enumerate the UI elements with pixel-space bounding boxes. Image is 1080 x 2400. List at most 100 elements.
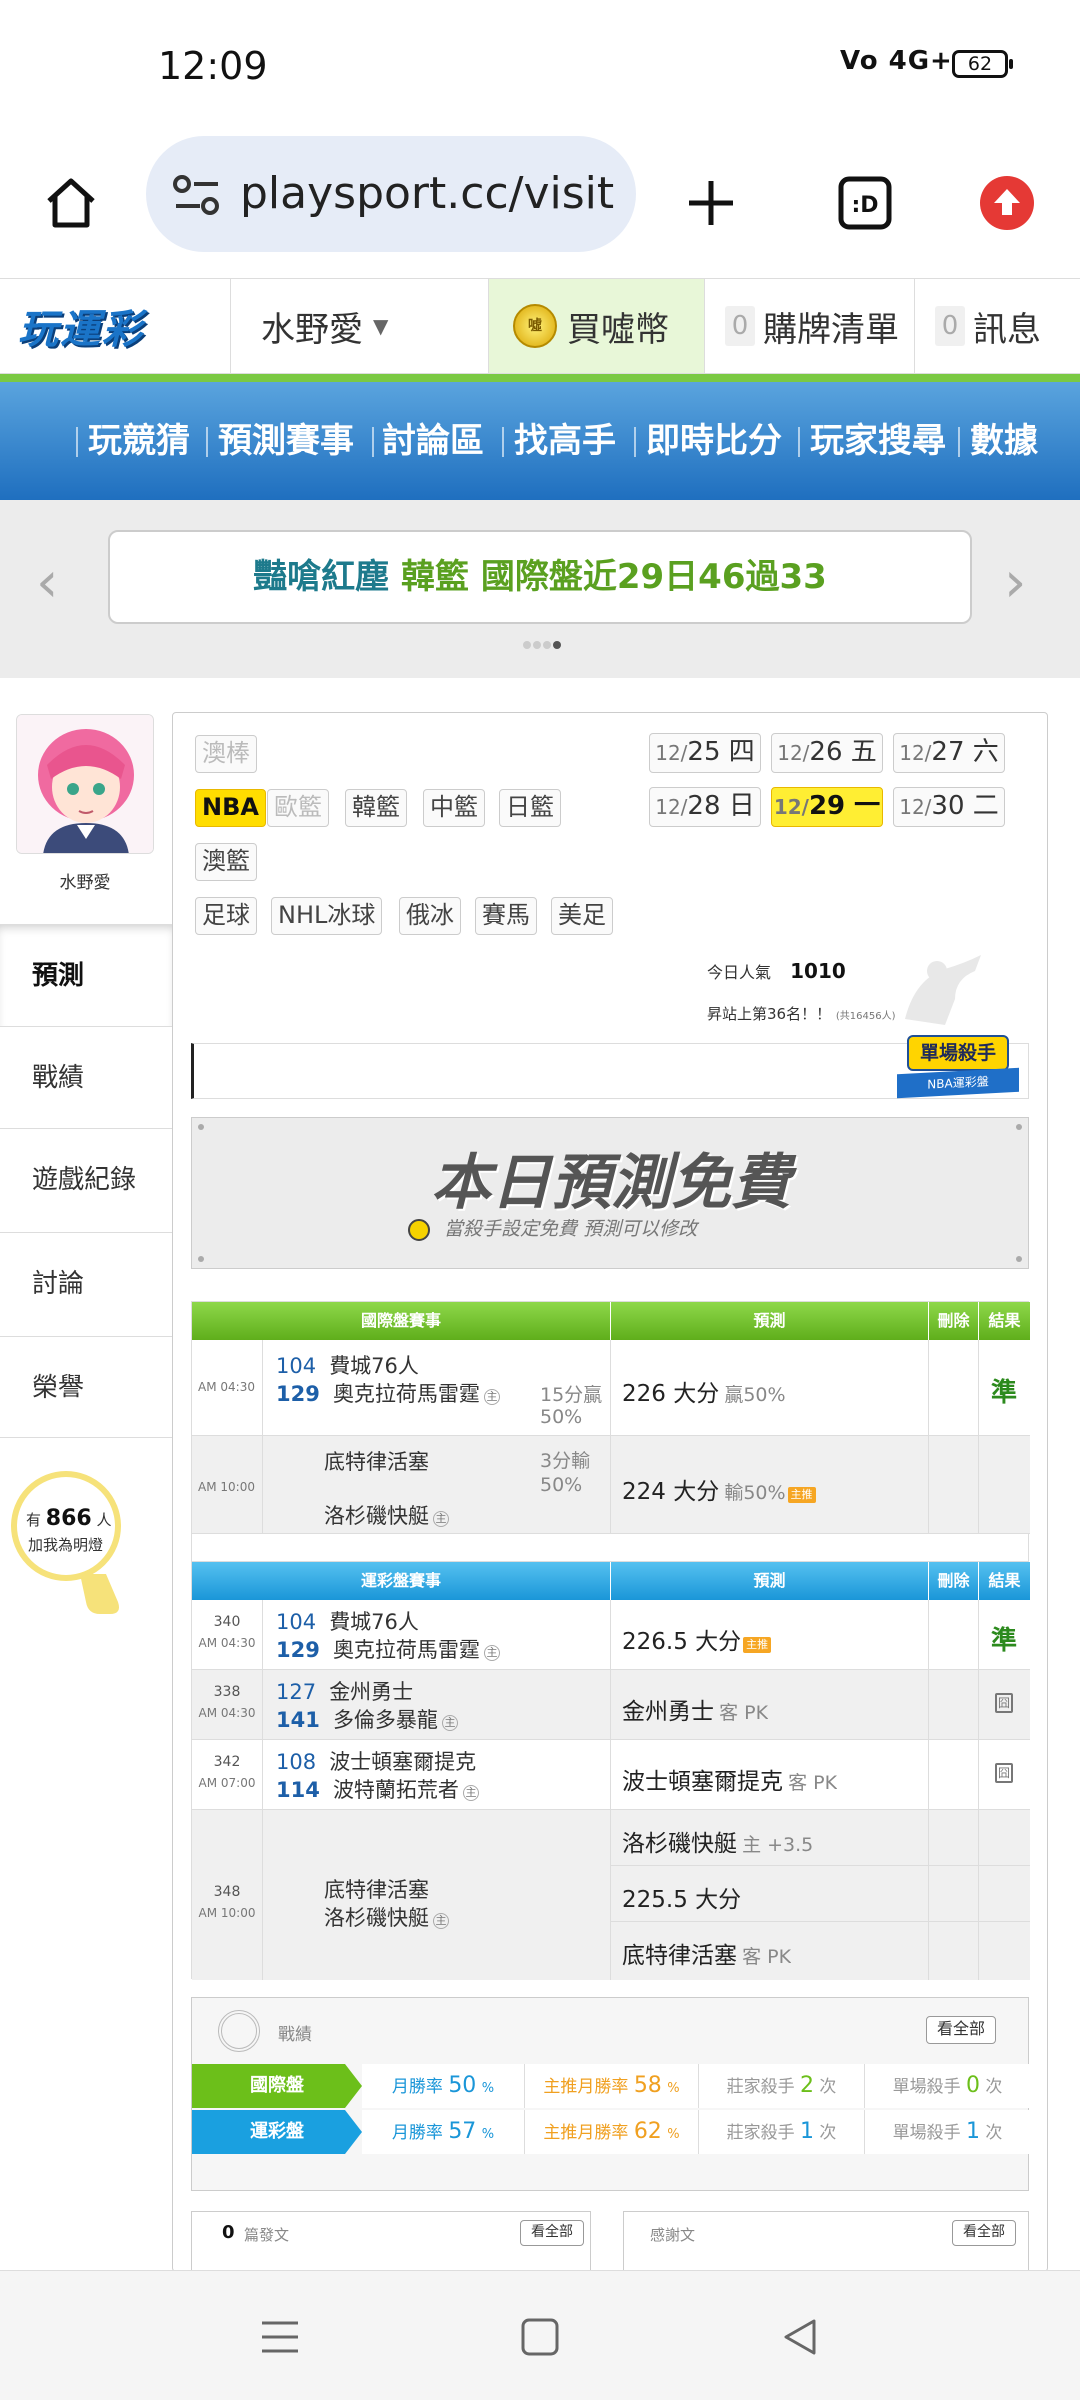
- nav-item-guess[interactable]: 玩競猜: [88, 382, 190, 500]
- nav-item-forum[interactable]: 討論區: [382, 382, 484, 500]
- tabs-count-icon[interactable]: :D: [830, 168, 900, 238]
- date-tab-1226[interactable]: 12/26 五: [771, 733, 883, 773]
- messages-button[interactable]: 0 訊息: [914, 279, 1080, 373]
- banner-user: 豔嗆紅塵: [253, 557, 390, 597]
- new-tab-icon[interactable]: [676, 168, 746, 238]
- table-divider: [928, 1340, 929, 1534]
- league-aus-basketball[interactable]: 澳籃: [195, 843, 257, 881]
- user-menu[interactable]: 水野愛 ▼: [230, 279, 488, 373]
- game-code: 348: [213, 1884, 241, 1900]
- posts-label: 篇發文: [244, 2226, 290, 2244]
- date-tab-1228[interactable]: 12/28 日: [649, 787, 761, 827]
- league-nba[interactable]: NBA: [195, 789, 266, 827]
- date-month: 12/: [777, 741, 810, 765]
- site-settings-icon[interactable]: [172, 174, 222, 222]
- profile-name: 水野愛: [59, 873, 111, 893]
- nav-item-experts[interactable]: 找高手: [514, 382, 616, 500]
- thanks-panel: 感謝文 看全部: [623, 2211, 1029, 2271]
- home-badge: 主: [441, 1714, 458, 1731]
- team-line: 108 波士頓塞爾提克: [276, 1746, 476, 1776]
- team-number: 129: [276, 1382, 320, 1406]
- nav-item-data[interactable]: 數據: [970, 382, 1038, 500]
- table-divider: [928, 1600, 929, 1980]
- announcement-banner[interactable]: 豔嗆紅塵 韓籃 國際盤近29日46過33: [108, 530, 972, 624]
- home-icon[interactable]: [36, 168, 106, 238]
- team-line: 洛杉磯快艇主: [324, 1500, 449, 1530]
- team-name: 費城76人: [329, 1610, 419, 1634]
- game-time: AM 07:00: [198, 1776, 256, 1790]
- date-tab-1229[interactable]: 12/29 一: [771, 787, 883, 827]
- side-menu-honor[interactable]: 榮譽: [0, 1336, 172, 1438]
- table-divider: [262, 1600, 263, 1980]
- rank-row: 昇站上第36名！！ (共16456人): [707, 1003, 896, 1024]
- league-russia-hockey[interactable]: 俄冰: [399, 897, 461, 935]
- update-icon[interactable]: [972, 168, 1042, 238]
- league-korea-basketball[interactable]: 韓籃: [345, 789, 407, 827]
- caret-down-icon: ▼: [373, 314, 389, 338]
- lottery-header-match: 運彩盤賽事: [192, 1562, 610, 1600]
- team-line: 141 多倫多暴龍主: [276, 1704, 458, 1734]
- nav-item-live-score[interactable]: 即時比分: [646, 382, 782, 500]
- thanks-view-all-button[interactable]: 看全部: [952, 2220, 1016, 2246]
- header-divider: [0, 374, 1080, 382]
- stat-unit: %: [667, 2127, 680, 2142]
- game-code: 342: [213, 1754, 241, 1770]
- fans-prefix: 有: [26, 1511, 42, 1529]
- home-square-icon[interactable]: [518, 2315, 562, 2363]
- league-euro-basketball[interactable]: 歐籃: [267, 789, 329, 827]
- stat-value: 0: [966, 2073, 980, 2098]
- nav-item-player-search[interactable]: 玩家搜尋: [810, 382, 946, 500]
- url-bar[interactable]: playsport.cc/visit: [146, 136, 636, 252]
- date-tab-1227[interactable]: 12/27 六: [893, 733, 1005, 773]
- result-mark: 準: [990, 1378, 1017, 1408]
- date-tab-1225[interactable]: 12/25 四: [649, 733, 761, 773]
- buy-coin-button[interactable]: 噓 買噓幣: [488, 279, 704, 373]
- league-horse-racing[interactable]: 賽馬: [475, 897, 537, 935]
- signal-indicator: Vo 4G+: [840, 46, 953, 76]
- side-menu-record[interactable]: 戰績: [0, 1026, 172, 1128]
- league-japan-basketball[interactable]: 日籃: [499, 789, 561, 827]
- carousel-dots: [522, 634, 562, 653]
- side-menu-game-log[interactable]: 遊戲紀錄: [0, 1128, 172, 1230]
- fan-lightbulb-button[interactable]: 有 866 人 加我為明燈: [10, 1470, 128, 1620]
- fail-icon: 囧: [995, 1763, 1013, 1783]
- home-badge: 主: [433, 1912, 449, 1929]
- team-name: 底特律活塞: [324, 1878, 429, 1902]
- home-badge: 主: [483, 1388, 500, 1405]
- league-soccer[interactable]: 足球: [195, 897, 257, 935]
- stats-row-label: 運彩盤: [192, 2110, 362, 2154]
- stats-panel: 戰績 看全部 國際盤 月勝率 50 % 主推月勝率 58 % 莊家殺手 2 次 …: [191, 1997, 1030, 2191]
- free-prediction-banner: 本日預測免費 當殺手設定免費 預測可以修改: [191, 1117, 1029, 1269]
- back-icon[interactable]: [778, 2315, 822, 2363]
- chevron-left-icon[interactable]: ‹: [36, 550, 58, 615]
- posts-view-all-button[interactable]: 看全部: [520, 2220, 584, 2246]
- menu-icon[interactable]: [258, 2315, 302, 2363]
- stat-unit: %: [481, 2127, 495, 2142]
- pick-cell: 225.5 大分: [622, 1880, 741, 1914]
- team-line: 114 波特蘭拓荒者主: [276, 1774, 479, 1804]
- banner-league: 韓籃: [401, 557, 470, 597]
- target-icon: [218, 2010, 260, 2052]
- league-nfl[interactable]: 美足: [551, 897, 613, 935]
- banner-record: 國際盤近29日46過33: [480, 557, 827, 597]
- chevron-right-icon[interactable]: ›: [1004, 550, 1026, 615]
- league-nhl[interactable]: NHL冰球: [271, 897, 383, 935]
- site-logo[interactable]: 玩運彩: [0, 279, 230, 373]
- date-tab-1230[interactable]: 12/30 二: [893, 787, 1005, 827]
- pick-cell: 226.5 大分 主推: [622, 1622, 772, 1656]
- league-china-basketball[interactable]: 中籃: [423, 789, 485, 827]
- lottery-table: 運彩盤賽事 預測 刪除 結果 340 AM 04:30 104 費城76人 12…: [191, 1561, 1030, 1980]
- stats-view-all-button[interactable]: 看全部: [926, 2016, 997, 2044]
- side-menu-predict[interactable]: 預測: [0, 924, 172, 1026]
- intl-header-pick: 預測: [610, 1302, 928, 1340]
- side-menu-discuss[interactable]: 討論: [0, 1232, 172, 1334]
- handicap-pct: 50%: [540, 1406, 583, 1428]
- lottery-header-delete: 刪除: [928, 1562, 978, 1600]
- posts-panel: 0 篇發文 看全部: [191, 2211, 591, 2271]
- nav-item-predict[interactable]: 預測賽事: [218, 382, 354, 500]
- league-aus-baseball[interactable]: 澳棒: [195, 735, 257, 773]
- stat-label: 莊家殺手: [726, 2123, 795, 2143]
- shopping-list-button[interactable]: 0 購牌清單: [704, 279, 914, 373]
- avatar[interactable]: [16, 714, 154, 854]
- pick-text: 金州勇士: [622, 1699, 714, 1725]
